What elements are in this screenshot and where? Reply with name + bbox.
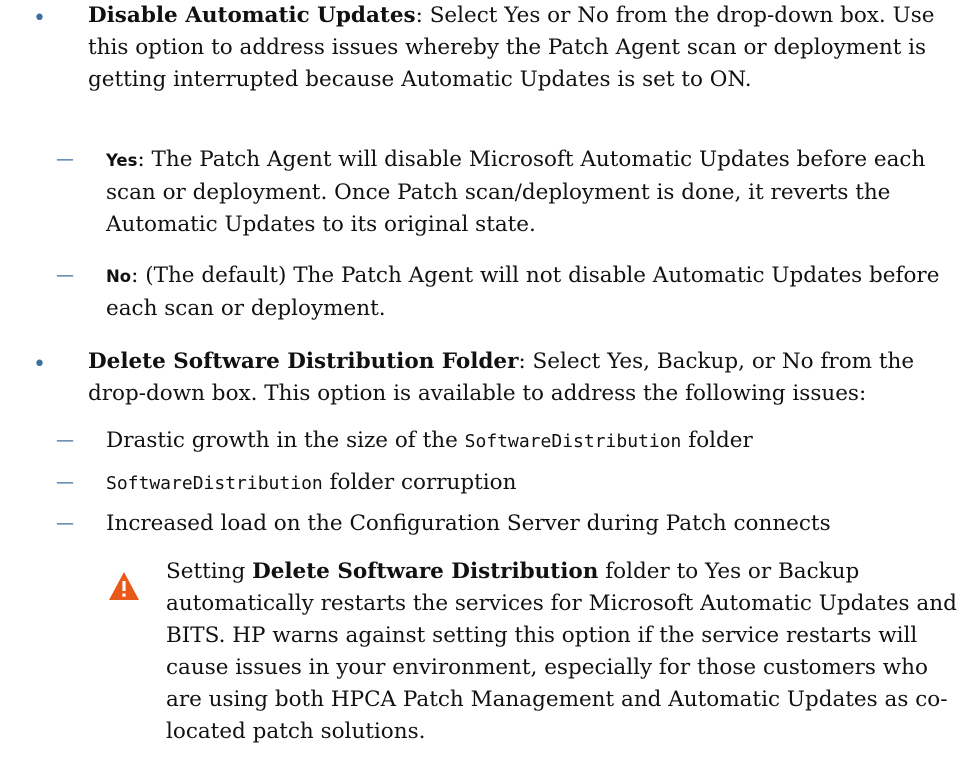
sub-text-pre: Drastic growth in the size of the: [106, 428, 465, 453]
sub-paragraph: SoftwareDistribution folder corruption: [106, 467, 972, 500]
warning-text-strong: Delete Software Distribution: [252, 559, 599, 584]
bullet-delete-software-distribution-folder: • Delete Software Distribution Folder: S…: [33, 346, 968, 410]
bullet-marker: •: [33, 6, 46, 31]
sub-item-increased-load: — Increased load on the Configuration Se…: [56, 508, 972, 541]
sub-paragraph: Increased load on the Configuration Serv…: [106, 508, 972, 541]
sub-term: No: [106, 267, 132, 286]
sub-item-drastic-growth: — Drastic growth in the size of the Soft…: [56, 425, 972, 458]
sub-item-folder-corruption: — SoftwareDistribution folder corruption: [56, 467, 972, 500]
warning-text: Setting Delete Software Distribution fol…: [166, 556, 966, 748]
sub-paragraph: No: (The default) The Patch Agent will n…: [106, 260, 972, 325]
bullet-term: Delete Software Distribution Folder: [88, 349, 519, 374]
bullet-disable-automatic-updates: • Disable Automatic Updates: Select Yes …: [33, 0, 968, 96]
code-text: SoftwareDistribution: [464, 431, 682, 452]
warning-icon: [109, 572, 139, 600]
sub-paragraph: Drastic growth in the size of the Softwa…: [106, 425, 972, 458]
dash-marker: —: [56, 472, 74, 493]
dash-marker: —: [56, 265, 74, 286]
sub-text: : (The default) The Patch Agent will not…: [106, 263, 940, 321]
sub-item-yes: — Yes: The Patch Agent will disable Micr…: [56, 144, 972, 241]
bullet-paragraph: Disable Automatic Updates: Select Yes or…: [88, 0, 968, 96]
warning-text-post: folder to Yes or Backup automatically re…: [166, 559, 957, 744]
sub-text: : The Patch Agent will disable Microsoft…: [106, 147, 926, 237]
sub-text-post: folder: [681, 428, 753, 453]
sub-term: Yes: [106, 151, 138, 170]
dash-marker: —: [56, 149, 74, 170]
dash-marker: —: [56, 430, 74, 451]
document-page: • Disable Automatic Updates: Select Yes …: [0, 0, 980, 759]
bullet-term: Disable Automatic Updates: [88, 3, 416, 28]
sub-text-post: folder corruption: [322, 470, 517, 495]
dash-marker: —: [56, 513, 74, 534]
sub-paragraph: Yes: The Patch Agent will disable Micros…: [106, 144, 972, 241]
bullet-paragraph: Delete Software Distribution Folder: Sel…: [88, 346, 968, 410]
code-text: SoftwareDistribution: [106, 473, 323, 494]
warning-text-pre: Setting: [166, 559, 253, 584]
sub-item-no: — No: (The default) The Patch Agent will…: [56, 260, 972, 325]
warning-note: Setting Delete Software Distribution fol…: [109, 556, 966, 748]
bullet-marker: •: [33, 352, 46, 377]
sub-text-pre: Increased load on the Configuration Serv…: [106, 511, 831, 536]
